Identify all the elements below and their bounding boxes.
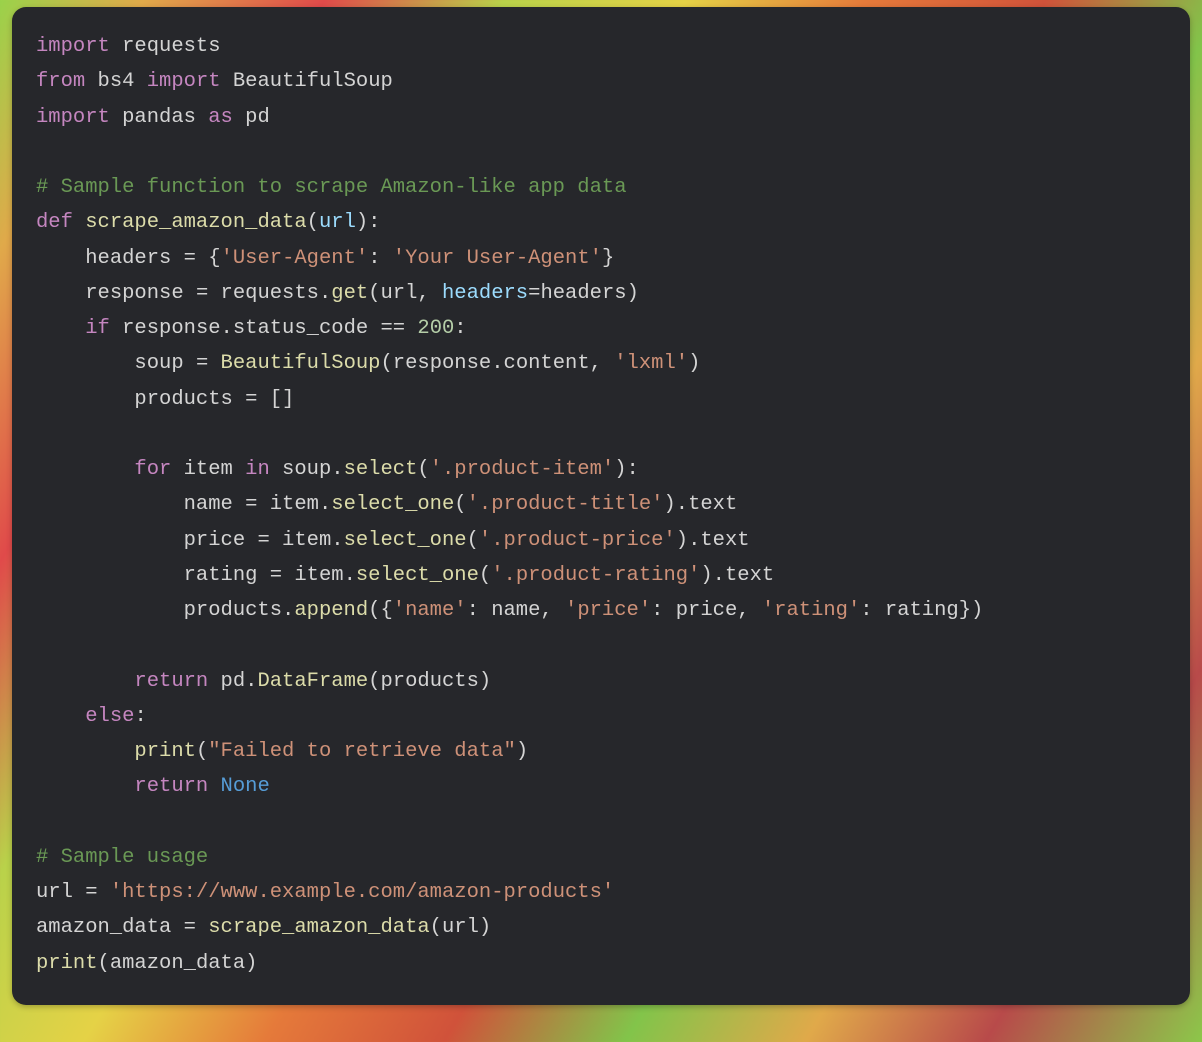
line-2: from bs4 import BeautifulSoup xyxy=(36,70,393,93)
line-22: return None xyxy=(36,775,270,798)
line-5: # Sample function to scrape Amazon-like … xyxy=(36,176,627,199)
line-17: products.append({'name': name, 'price': … xyxy=(36,599,983,622)
line-13: for item in soup.select('.product-item')… xyxy=(36,458,639,481)
line-20: else: xyxy=(36,705,147,728)
line-10: soup = BeautifulSoup(response.content, '… xyxy=(36,352,700,375)
line-16: rating = item.select_one('.product-ratin… xyxy=(36,564,774,587)
line-8: response = requests.get(url, headers=hea… xyxy=(36,282,639,305)
line-26: amazon_data = scrape_amazon_data(url) xyxy=(36,916,491,939)
code-block: import requests from bs4 import Beautifu… xyxy=(12,7,1190,1005)
line-21: print("Failed to retrieve data") xyxy=(36,740,528,763)
line-7: headers = {'User-Agent': 'Your User-Agen… xyxy=(36,247,614,270)
line-25: url = 'https://www.example.com/amazon-pr… xyxy=(36,881,614,904)
line-1: import requests xyxy=(36,35,221,58)
line-11: products = [] xyxy=(36,388,294,411)
line-14: name = item.select_one('.product-title')… xyxy=(36,493,737,516)
line-3: import pandas as pd xyxy=(36,106,270,129)
line-19: return pd.DataFrame(products) xyxy=(36,670,491,693)
line-24: # Sample usage xyxy=(36,846,208,869)
line-6: def scrape_amazon_data(url): xyxy=(36,211,380,234)
line-15: price = item.select_one('.product-price'… xyxy=(36,529,750,552)
line-9: if response.status_code == 200: xyxy=(36,317,467,340)
line-27: print(amazon_data) xyxy=(36,952,257,975)
